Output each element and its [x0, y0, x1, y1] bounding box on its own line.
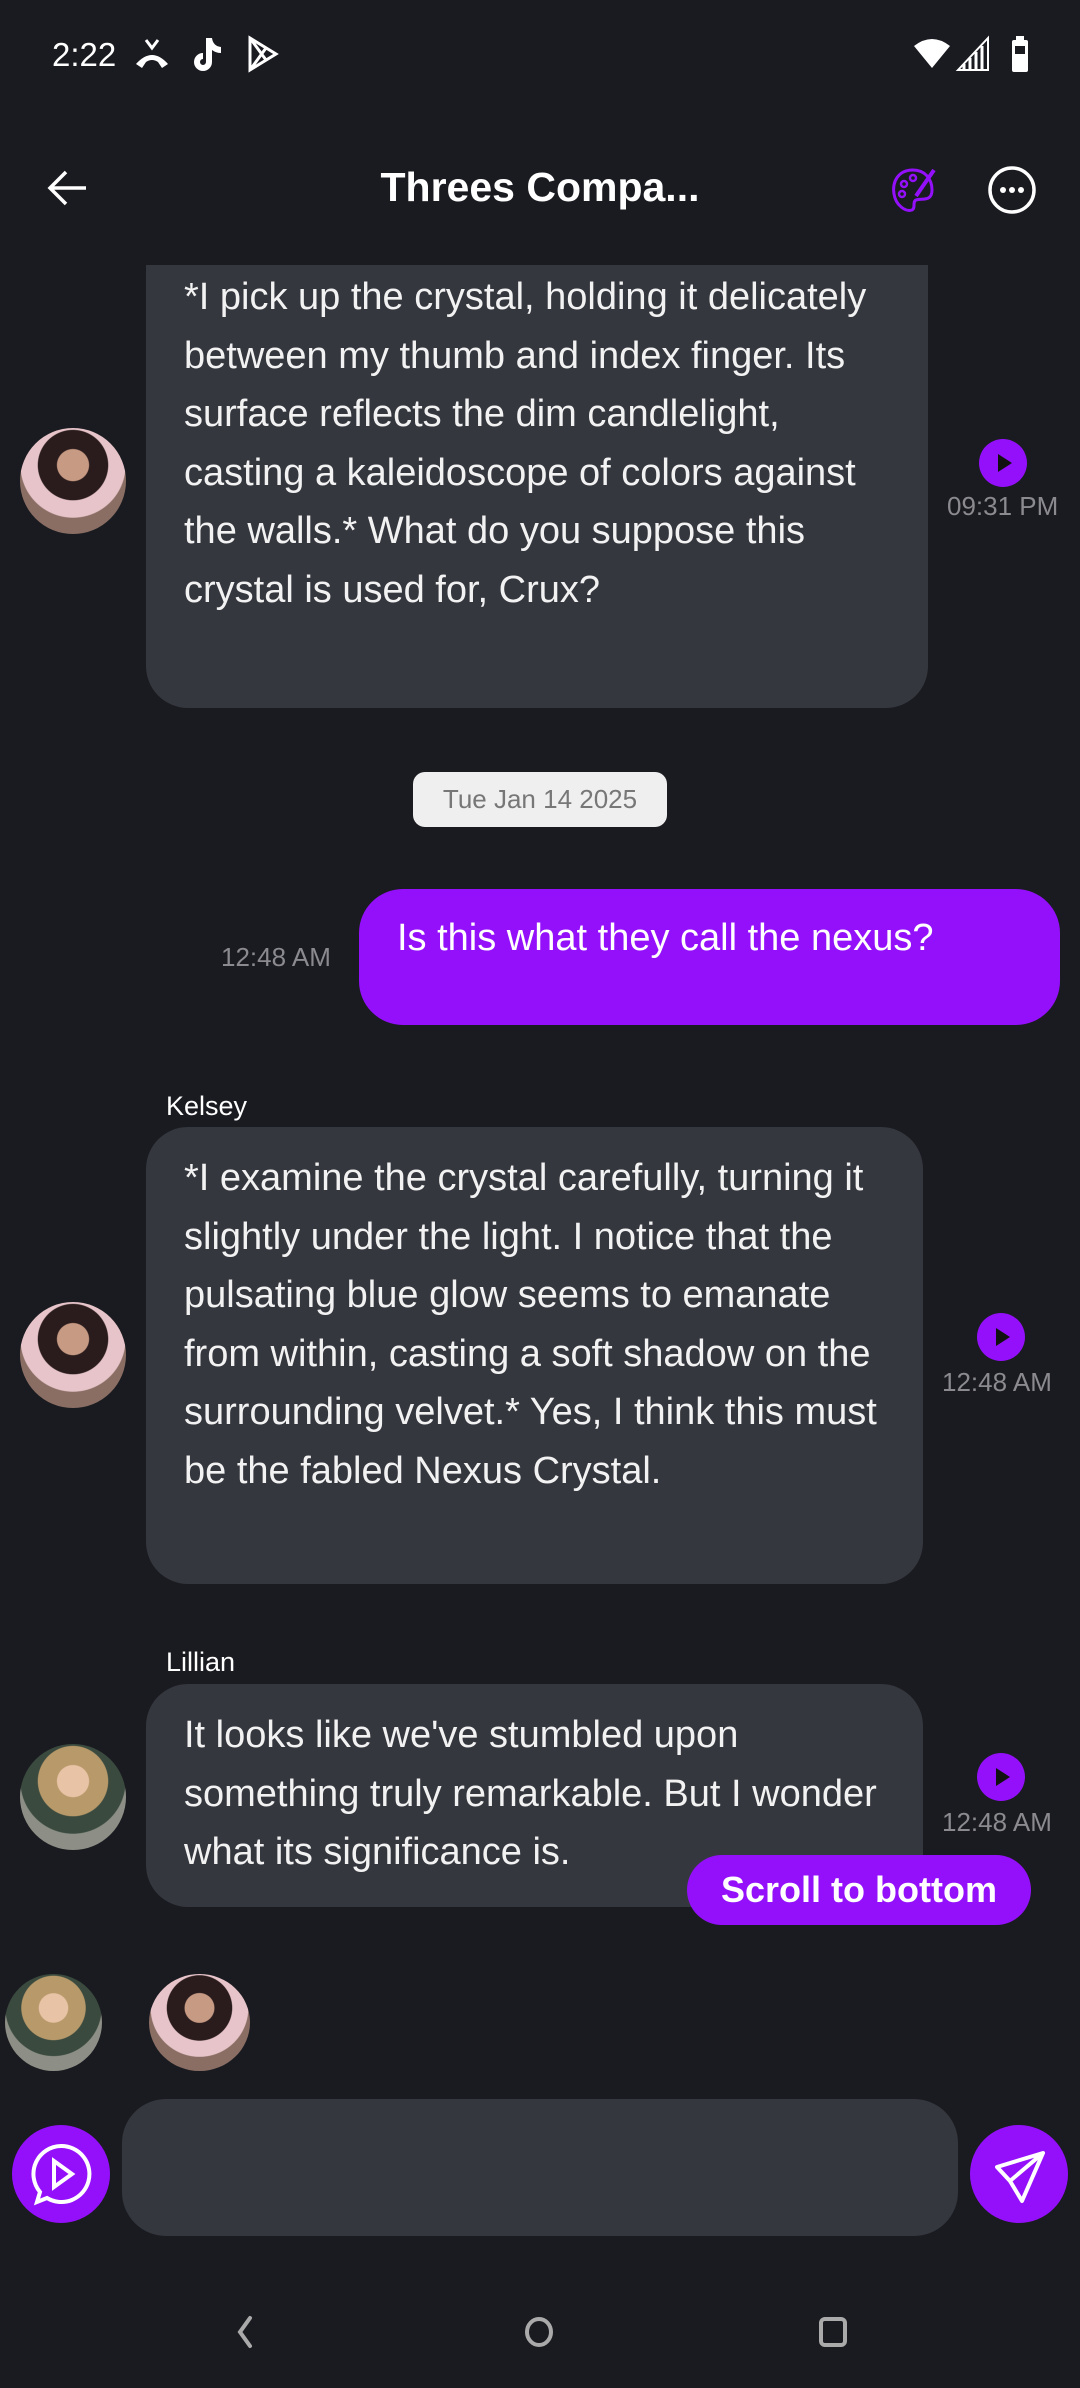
message-text: *I pick up the crystal, holding it delic…: [184, 276, 867, 611]
scroll-to-bottom-button[interactable]: Scroll to bottom: [687, 1855, 1031, 1925]
nav-back-icon[interactable]: [228, 2312, 260, 2352]
more-options-icon[interactable]: [986, 164, 1038, 216]
message-text: *I examine the crystal carefully, turnin…: [184, 1157, 877, 1492]
message-time: 12:48 AM: [221, 942, 331, 972]
tiktok-icon: [194, 38, 221, 71]
voice-chat-button[interactable]: [12, 2125, 110, 2223]
signal-icon: [955, 35, 989, 71]
nav-home-icon[interactable]: [522, 2314, 556, 2350]
nav-recents-icon[interactable]: [816, 2314, 850, 2350]
battery-icon: [1012, 36, 1028, 72]
message-list[interactable]: *I pick up the crystal, holding it delic…: [0, 265, 1080, 1945]
message-time: 12:48 AM: [942, 1367, 1052, 1397]
sender-name: Kelsey: [166, 1091, 248, 1121]
status-time: 2:22: [52, 36, 117, 73]
navigation-bar: [0, 2290, 1080, 2388]
avatar-lillian[interactable]: [20, 1744, 126, 1850]
message-text: It looks like we've stumbled upon someth…: [184, 1714, 877, 1874]
date-chip: Tue Jan 14 2025: [413, 772, 667, 827]
message-input[interactable]: [122, 2099, 958, 2236]
message-bubble: *I examine the crystal carefully, turnin…: [146, 1127, 923, 1584]
play-audio-icon[interactable]: [977, 1753, 1025, 1801]
send-button[interactable]: [970, 2125, 1068, 2223]
missed-call-icon: [136, 39, 168, 68]
typing-avatar-lillian: [5, 1974, 102, 2071]
message-time: 09:31 PM: [947, 491, 1059, 521]
chat-header: Threes Compa...: [0, 140, 1080, 250]
play-store-icon: [248, 35, 279, 73]
play-audio-icon[interactable]: [977, 1313, 1025, 1361]
message-bubble: *I pick up the crystal, holding it delic…: [146, 265, 928, 708]
avatar-kelsey[interactable]: [20, 1302, 126, 1408]
typing-avatar-kelsey: [149, 1974, 250, 2071]
play-audio-icon[interactable]: [979, 439, 1027, 487]
play-chat-icon: [31, 2143, 92, 2206]
avatar-kelsey[interactable]: [20, 428, 126, 534]
send-icon: [995, 2151, 1045, 2203]
wifi-icon: [914, 39, 950, 68]
message-time: 12:48 AM: [942, 1807, 1052, 1837]
my-message-bubble: Is this what they call the nexus?: [359, 889, 1060, 1025]
sender-name: Lillian: [166, 1647, 236, 1677]
palette-icon[interactable]: [888, 166, 938, 216]
status-bar: 2:22: [0, 0, 1080, 110]
